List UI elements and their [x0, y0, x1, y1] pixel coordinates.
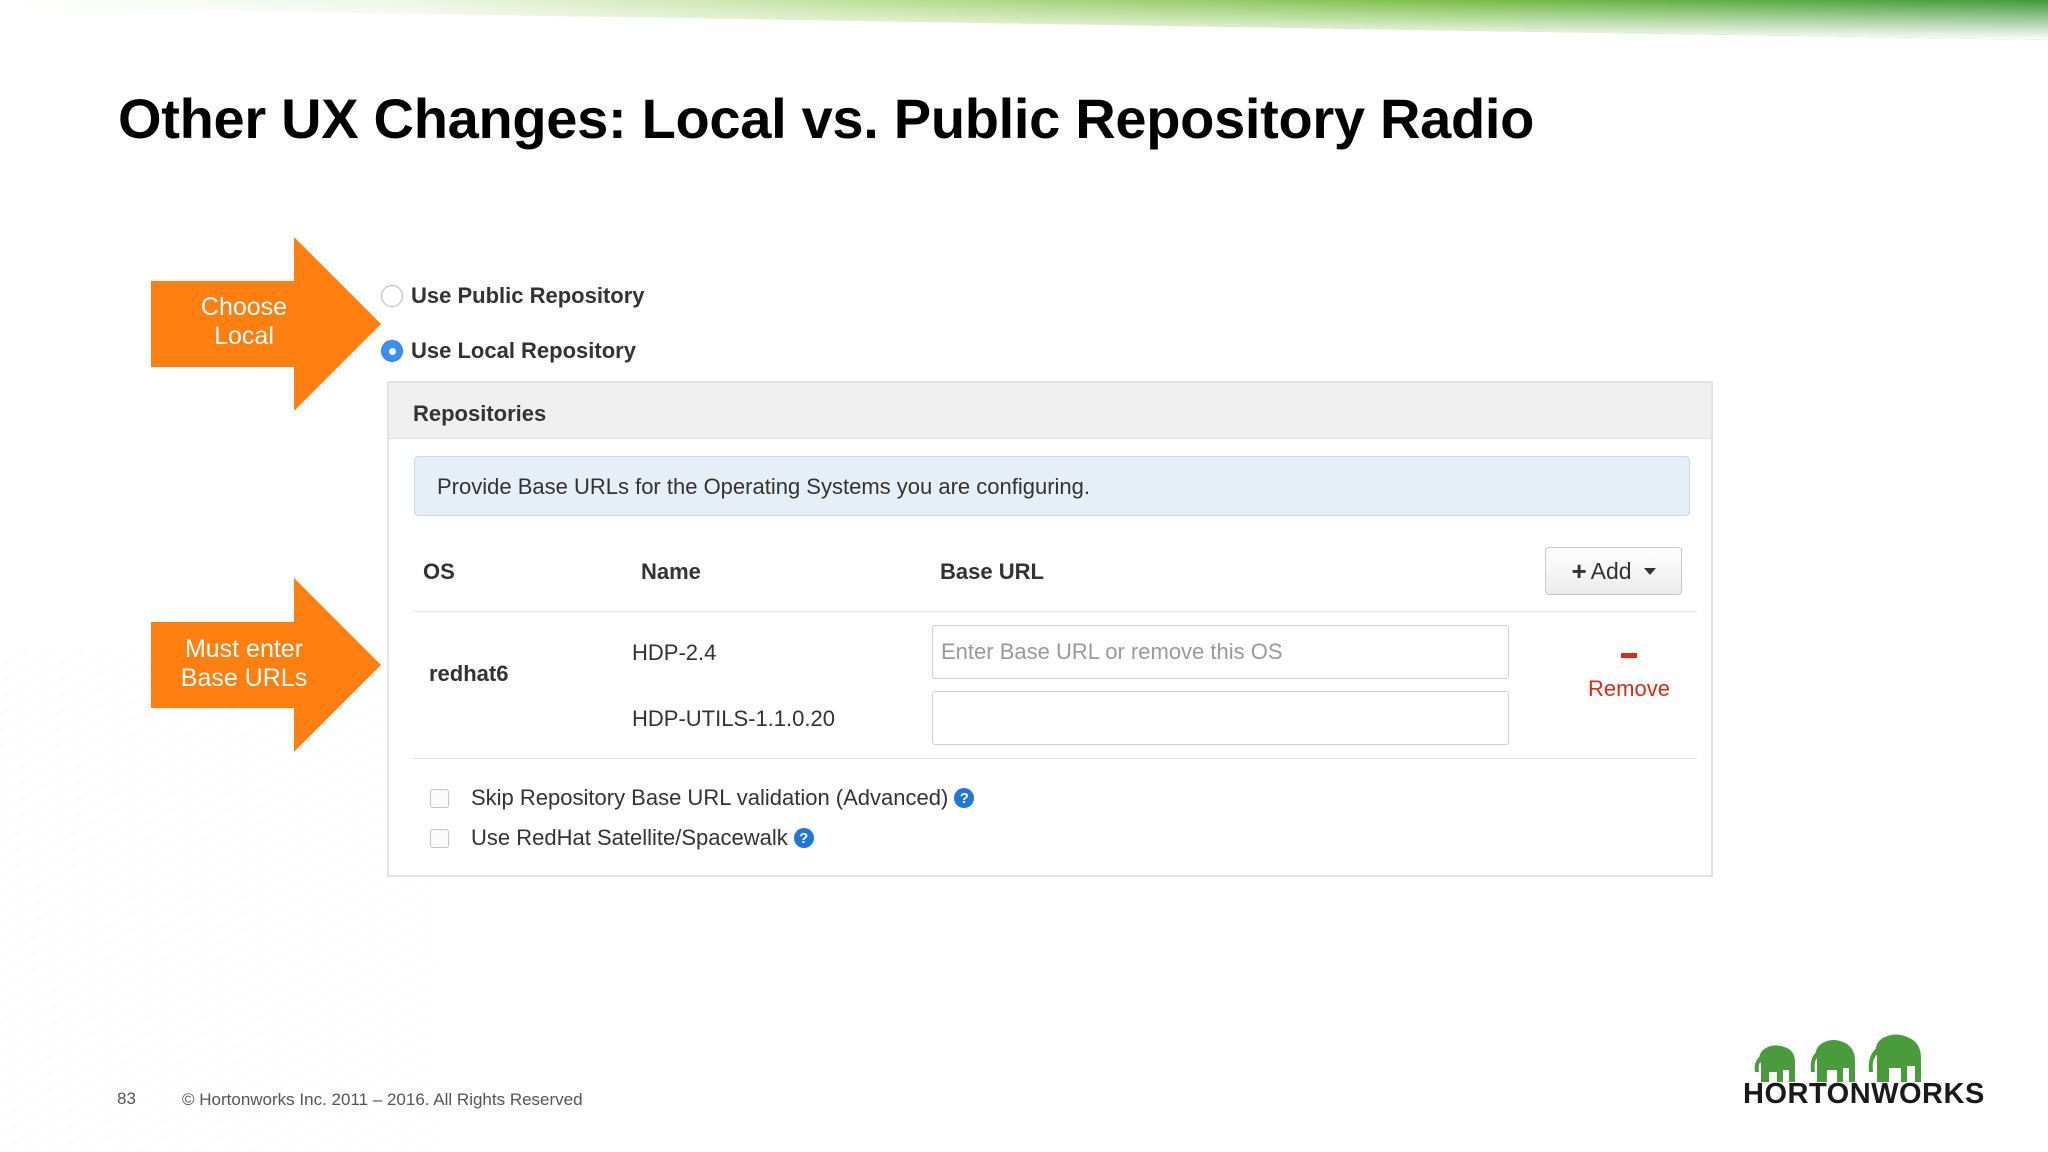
- page-number: 83: [117, 1089, 136, 1108]
- callout-line: Local: [214, 322, 274, 350]
- elephant-logo-icon: [1754, 1034, 1921, 1082]
- repo-name: HDP-UTILS-1.1.0.20: [632, 706, 835, 731]
- callout-text: Choose Local: [151, 293, 337, 351]
- os-name: redhat6: [429, 661, 509, 686]
- checkbox-label: Skip Repository Base URL validation (Adv…: [471, 785, 949, 810]
- checkbox-skip-validation[interactable]: Skip Repository Base URL validation (Adv…: [430, 785, 975, 811]
- callout-must-enter-base-urls: Must enter Base URLs: [151, 578, 381, 752]
- panel-header: Repositories: [389, 383, 1711, 439]
- column-header-os: OS: [423, 559, 455, 584]
- add-os-button[interactable]: + Add: [1545, 547, 1682, 595]
- remove-os-button[interactable]: Remove: [1579, 653, 1679, 702]
- slide-title: Other UX Changes: Local vs. Public Repos…: [118, 87, 1535, 150]
- copyright-text: © Hortonworks Inc. 2011 – 2016. All Righ…: [182, 1090, 583, 1109]
- panel-title: Repositories: [413, 401, 547, 426]
- callout-choose-local: Choose Local: [151, 237, 381, 411]
- repo-name: HDP-2.4: [632, 640, 717, 665]
- header-gradient-bar: [0, 0, 2048, 40]
- info-alert: Provide Base URLs for the Operating Syst…: [414, 456, 1690, 516]
- callout-text: Must enter Base URLs: [151, 635, 337, 693]
- divider: [413, 758, 1697, 759]
- plus-icon: +: [1571, 556, 1587, 586]
- checkbox[interactable]: [430, 828, 449, 848]
- radio-label: Use Local Repository: [411, 338, 636, 363]
- add-button-label: Add: [1590, 557, 1632, 584]
- radio-button[interactable]: [381, 285, 403, 307]
- hortonworks-logo: HORTONWORKS: [1743, 1026, 1985, 1111]
- radio-local-repository[interactable]: Use Local Repository: [381, 338, 636, 364]
- base-url-input[interactable]: [932, 691, 1509, 745]
- column-header-base-url: Base URL: [940, 559, 1044, 584]
- radio-button-checked[interactable]: [381, 340, 403, 362]
- checkbox-use-satellite[interactable]: Use RedHat Satellite/Spacewalk ?: [430, 825, 814, 851]
- radio-public-repository[interactable]: Use Public Repository: [381, 283, 645, 309]
- divider: [413, 611, 1697, 612]
- callout-line: Base URLs: [180, 664, 308, 692]
- help-icon[interactable]: ?: [793, 828, 814, 848]
- radio-label: Use Public Repository: [411, 283, 645, 308]
- checkbox[interactable]: [430, 788, 449, 808]
- checkbox-label: Use RedHat Satellite/Spacewalk: [471, 825, 788, 850]
- info-text: Provide Base URLs for the Operating Syst…: [437, 474, 1090, 499]
- logo-text: HORTONWORKS: [1743, 1078, 1985, 1110]
- column-header-name: Name: [641, 559, 701, 584]
- help-icon[interactable]: ?: [954, 788, 975, 808]
- remove-label: Remove: [1588, 676, 1670, 701]
- callout-line: Choose: [200, 293, 288, 321]
- minus-icon: [1621, 653, 1637, 658]
- callout-line: Must enter: [184, 635, 304, 663]
- base-url-input[interactable]: [932, 625, 1509, 679]
- repositories-panel: Repositories Provide Base URLs for the O…: [387, 381, 1713, 877]
- caret-down-icon: [1643, 567, 1656, 575]
